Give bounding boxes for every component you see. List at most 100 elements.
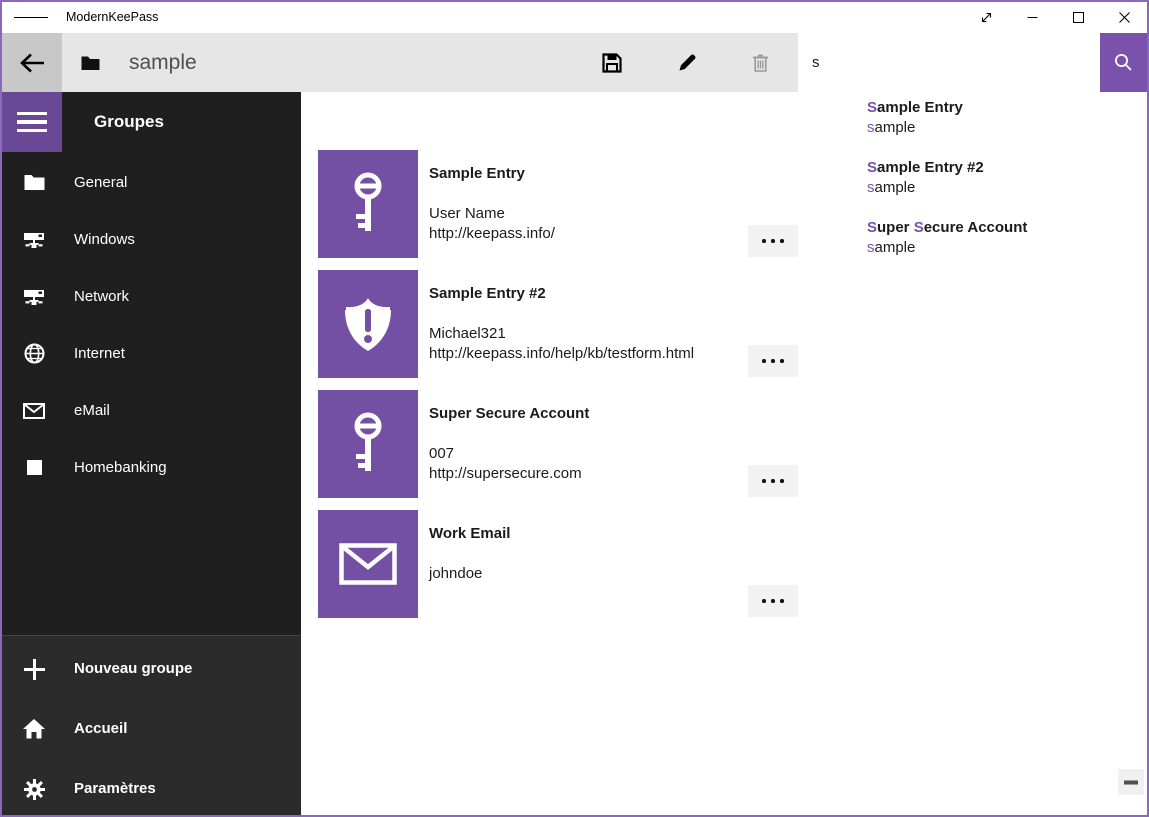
search-query-text: s <box>812 33 820 92</box>
gear-icon <box>20 759 48 817</box>
minimize-button[interactable] <box>1009 2 1055 33</box>
back-arrow-icon <box>19 51 46 75</box>
entry-title[interactable]: Super Secure Account <box>429 403 589 425</box>
entry-tile-work-email[interactable] <box>318 510 418 618</box>
entry-more-button[interactable] <box>748 465 798 497</box>
entry-tile-super-secure-account[interactable] <box>318 390 418 498</box>
app-window: ModernKeePass <box>0 0 1149 817</box>
search-suggestion[interactable]: Super Secure Account sample <box>798 218 1147 274</box>
sidebar-item-general[interactable]: General <box>2 154 301 211</box>
minus-icon <box>1124 780 1138 785</box>
entry-tile-sample-entry[interactable] <box>318 150 418 258</box>
sidebar-item-label: Homebanking <box>74 439 167 496</box>
sidebar-item-label: Windows <box>74 211 135 268</box>
entry-tile-sample-entry-2[interactable] <box>318 270 418 378</box>
entry-meta: User Name http://keepass.info/ <box>429 204 555 244</box>
search-suggestions-popup: Sample Entry sample Sample Entry #2 samp… <box>798 92 1147 274</box>
action-label: Paramètres <box>74 759 156 817</box>
suggestion-subtitle: sample <box>867 238 1147 258</box>
network-icon <box>20 268 48 325</box>
entry-username: User Name <box>429 204 555 224</box>
zoom-out-button[interactable] <box>1118 769 1144 795</box>
entry-username: johndoe <box>429 564 482 584</box>
mail-icon <box>339 543 397 585</box>
suggestion-subtitle: sample <box>867 178 1147 198</box>
sidebar-item-label: Internet <box>74 325 125 382</box>
entry-meta: Michael321 http://keepass.info/help/kb/t… <box>429 324 694 364</box>
sidebar: Groupes General Windows <box>2 92 301 815</box>
home-button[interactable]: Accueil <box>2 699 301 759</box>
window-title: ModernKeePass <box>66 2 158 33</box>
sidebar-item-email[interactable]: eMail <box>2 382 301 439</box>
action-label: Nouveau groupe <box>74 639 192 699</box>
edit-button[interactable] <box>663 33 711 92</box>
save-icon <box>602 53 622 73</box>
entry-title[interactable]: Sample Entry <box>429 163 525 185</box>
groups-header: Groupes <box>94 92 164 152</box>
window-controls <box>963 2 1147 33</box>
suggestion-subtitle: sample <box>867 118 1147 138</box>
plus-icon <box>20 639 48 699</box>
entry-username: Michael321 <box>429 324 694 344</box>
appbar: sample <box>2 33 1147 92</box>
entry-more-button[interactable] <box>748 585 798 617</box>
action-label: Accueil <box>74 699 127 759</box>
maximize-icon <box>1073 12 1084 23</box>
folder-icon <box>20 154 48 211</box>
titlebar: ModernKeePass <box>2 2 1147 33</box>
more-dots-icon <box>762 479 784 483</box>
search-suggestion[interactable]: Sample Entry #2 sample <box>798 158 1147 214</box>
sidebar-item-homebanking[interactable]: Homebanking <box>2 439 301 496</box>
entry-title[interactable]: Sample Entry #2 <box>429 283 546 305</box>
database-title: sample <box>129 33 197 92</box>
back-button[interactable] <box>2 33 62 92</box>
suggestion-title: Sample Entry <box>867 98 1147 118</box>
square-icon <box>20 439 48 496</box>
pencil-icon <box>678 53 697 72</box>
delete-button[interactable] <box>736 33 784 92</box>
sidebar-item-label: General <box>74 154 127 211</box>
sidebar-item-label: eMail <box>74 382 110 439</box>
minimize-icon <box>1027 12 1038 23</box>
sidebar-item-windows[interactable]: Windows <box>2 211 301 268</box>
sidebar-item-network[interactable]: Network <box>2 268 301 325</box>
fullscreen-button[interactable] <box>963 2 1009 33</box>
entry-url: http://supersecure.com <box>429 464 582 484</box>
settings-button[interactable]: Paramètres <box>2 759 301 817</box>
close-button[interactable] <box>1101 2 1147 33</box>
nav-hamburger-button[interactable] <box>2 92 62 152</box>
entry-more-button[interactable] <box>748 345 798 377</box>
database-folder-icon <box>78 33 102 92</box>
entry-more-button[interactable] <box>748 225 798 257</box>
hamburger-menu-icon[interactable] <box>14 2 48 33</box>
home-icon <box>20 699 48 759</box>
save-button[interactable] <box>588 33 636 92</box>
search-icon <box>1114 53 1133 72</box>
close-icon <box>1119 12 1130 23</box>
suggestion-title: Super Secure Account <box>867 218 1147 238</box>
search-suggestion[interactable]: Sample Entry sample <box>798 98 1147 154</box>
key-icon <box>345 412 391 476</box>
entry-url: http://keepass.info/ <box>429 224 555 244</box>
entry-username: 007 <box>429 444 582 464</box>
trash-icon <box>752 53 769 72</box>
sidebar-item-internet[interactable]: Internet <box>2 325 301 382</box>
search-input[interactable]: s <box>798 33 1100 92</box>
more-dots-icon <box>762 239 784 243</box>
entry-meta: johndoe <box>429 564 482 584</box>
sidebar-item-label: Network <box>74 268 129 325</box>
more-dots-icon <box>762 359 784 363</box>
suggestion-title: Sample Entry #2 <box>867 158 1147 178</box>
entry-url: http://keepass.info/help/kb/testform.htm… <box>429 344 694 364</box>
more-dots-icon <box>762 599 784 603</box>
sidebar-actions: Nouveau groupe Accueil <box>2 635 301 815</box>
globe-icon <box>20 325 48 382</box>
search-button[interactable] <box>1100 33 1147 92</box>
maximize-button[interactable] <box>1055 2 1101 33</box>
entry-title[interactable]: Work Email <box>429 523 510 545</box>
network-icon <box>20 211 48 268</box>
entry-meta: 007 http://supersecure.com <box>429 444 582 484</box>
fullscreen-icon <box>980 11 993 24</box>
mail-icon <box>20 382 48 439</box>
new-group-button[interactable]: Nouveau groupe <box>2 639 301 699</box>
